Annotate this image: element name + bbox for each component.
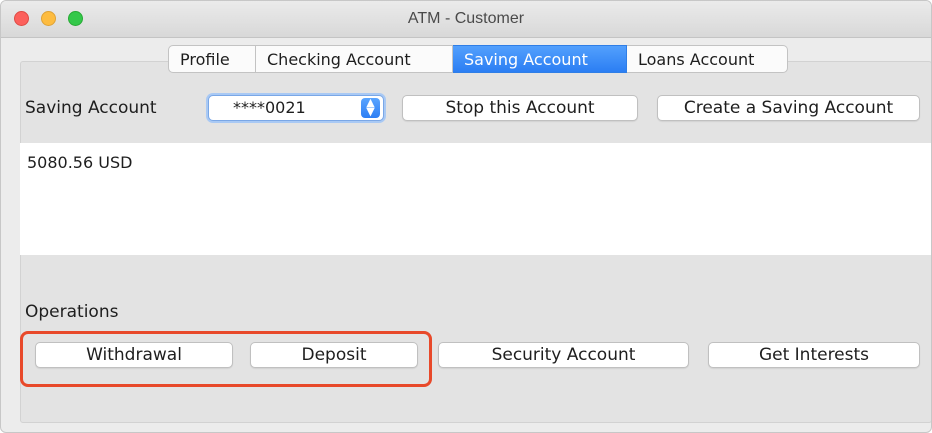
get-interests-button[interactable]: Get Interests <box>708 342 920 368</box>
selected-account-value: ****0021 <box>233 98 306 117</box>
saving-account-label: Saving Account <box>25 98 157 118</box>
window-title: ATM - Customer <box>407 10 525 27</box>
balance-text-area[interactable]: 5080.56 USD <box>20 143 931 255</box>
atm-customer-window: ATM - Customer Profile Checking Account … <box>0 0 932 433</box>
chevron-up-down-icon[interactable]: ▲ ▼ <box>361 97 380 118</box>
security-account-button[interactable]: Security Account <box>438 342 689 368</box>
tab-checking-account[interactable]: Checking Account <box>256 45 453 73</box>
create-saving-account-button[interactable]: Create a Saving Account <box>657 95 920 121</box>
balance-value: 5080.56 USD <box>27 153 133 172</box>
tab-saving-account[interactable]: Saving Account <box>453 45 627 73</box>
tab-profile[interactable]: Profile <box>168 45 256 73</box>
operations-label: Operations <box>25 302 119 322</box>
account-tabs: Profile Checking Account Saving Account … <box>168 45 788 74</box>
deposit-button[interactable]: Deposit <box>250 342 418 368</box>
tab-loans-account[interactable]: Loans Account <box>627 45 788 73</box>
account-select[interactable]: ****0021 ▲ ▼ <box>208 95 384 121</box>
stop-account-button[interactable]: Stop this Account <box>402 95 638 121</box>
withdrawal-button[interactable]: Withdrawal <box>35 342 233 368</box>
title-bar: ATM - Customer <box>1 1 931 38</box>
